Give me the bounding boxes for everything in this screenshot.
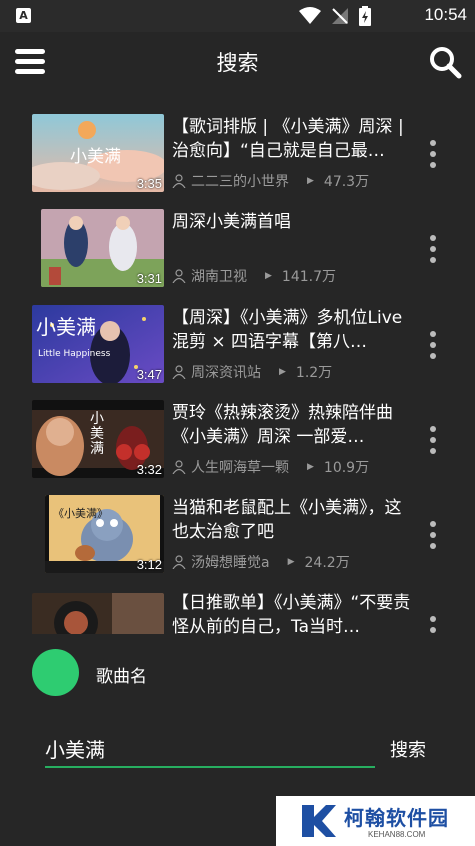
app-notification-icon: A <box>16 8 31 23</box>
more-options-icon[interactable] <box>429 140 437 170</box>
watermark: 柯翰软件园 KEHAN88.COM <box>276 796 475 846</box>
video-title: 【歌词排版 | 《小美满》周深 | 治愈向】“自己就是自己最… <box>172 117 404 161</box>
video-thumbnail[interactable]: 小美满 3:35 <box>32 114 164 192</box>
kehan-logo-icon <box>302 805 336 837</box>
status-bar: A 10:54 <box>0 0 475 32</box>
video-author: 汤姆想睡觉a <box>191 555 270 571</box>
search-input[interactable] <box>45 730 375 768</box>
video-title: 【日推歌单】《小美满》“不要责怪从前的自己，Ta当时… <box>172 593 411 634</box>
video-author: 周深资讯站 <box>191 365 261 381</box>
more-options-icon[interactable] <box>429 521 437 551</box>
video-title: 周深小美满首唱 <box>172 212 291 232</box>
video-duration: 3:12 <box>136 557 162 572</box>
video-play-count: 1.2万 <box>295 365 333 381</box>
battery-charging-icon <box>359 6 371 26</box>
video-thumbnail[interactable]: 小美满 3:32 <box>32 400 164 478</box>
video-thumbnail[interactable] <box>32 593 164 634</box>
more-options-icon[interactable] <box>429 331 437 361</box>
video-duration: 3:35 <box>136 176 162 191</box>
video-thumbnail[interactable]: 《小美满》 3:12 <box>45 495 164 573</box>
search-icon[interactable] <box>427 44 463 80</box>
user-icon <box>172 555 186 569</box>
search-results-list[interactable]: 小美满 3:35 【歌词排版 | 《小美满》周深 | 治愈向】“自己就是自己最…… <box>0 104 475 634</box>
play-count-icon: ▶ <box>265 271 272 281</box>
list-item[interactable]: 《小美满》 3:12 当猫和老鼠配上《小美满》，这也太治愈了吧 汤姆想睡觉a ▶… <box>0 495 475 590</box>
more-options-icon[interactable] <box>429 235 437 265</box>
user-icon <box>172 269 186 283</box>
user-icon <box>172 174 186 188</box>
list-item[interactable]: 3:31 周深小美满首唱 湖南卫视 ▶ 141.7万 <box>0 209 475 304</box>
play-count-icon: ▶ <box>279 367 286 377</box>
app-header: 搜索 <box>0 32 475 92</box>
user-icon <box>172 365 186 379</box>
video-play-count: 141.7万 <box>281 269 337 285</box>
play-count-icon: ▶ <box>287 557 295 567</box>
video-thumbnail[interactable]: 3:31 <box>41 209 164 287</box>
list-item[interactable]: 小美满 3:35 【歌词排版 | 《小美满》周深 | 治愈向】“自己就是自己最…… <box>0 114 475 209</box>
watermark-subtext: KEHAN88.COM <box>368 830 426 839</box>
wifi-icon <box>299 7 321 24</box>
video-author: 湖南卫视 <box>191 269 247 285</box>
page-title: 搜索 <box>216 51 259 75</box>
video-duration: 3:47 <box>136 367 162 382</box>
video-title: 当猫和老鼠配上《小美满》，这也太治愈了吧 <box>172 498 402 542</box>
search-submit-button[interactable]: 搜索 <box>390 736 426 762</box>
watermark-text: 柯翰软件园 <box>344 806 449 830</box>
video-author: 二二三的小世界 <box>191 174 289 190</box>
video-title: 【周深】《小美满》多机位Live混剪 × 四语字幕【第八… <box>172 308 403 352</box>
list-item[interactable]: 小美满 Little Happiness 3:47 【周深】《小美满》多机位Li… <box>0 305 475 400</box>
no-signal-icon <box>332 8 348 24</box>
list-item[interactable]: 【日推歌单】《小美满》“不要责怪从前的自己，Ta当时… <box>0 590 475 634</box>
video-duration: 3:31 <box>136 271 162 286</box>
search-bar: 搜索 <box>0 720 475 780</box>
list-item[interactable]: 小美满 3:32 贾玲《热辣滚烫》热辣陪伴曲 《小美满》周深 一部爱… 人生啊海… <box>0 400 475 495</box>
video-play-count: 24.2万 <box>304 555 350 571</box>
more-options-icon[interactable] <box>429 426 437 456</box>
play-count-icon: ▶ <box>307 462 314 472</box>
video-title: 贾玲《热辣滚烫》热辣陪伴曲 《小美满》周深 一部爱… <box>172 403 393 447</box>
now-playing-bar[interactable]: 歌曲名 <box>0 645 475 700</box>
play-count-icon: ▶ <box>307 176 314 186</box>
more-options-icon[interactable] <box>429 616 437 634</box>
video-play-count: 10.9万 <box>323 460 370 476</box>
song-name: 歌曲名 <box>96 667 147 687</box>
status-time: 10:54 <box>424 5 467 24</box>
video-duration: 3:32 <box>136 462 162 477</box>
video-author: 人生啊海草一颗 <box>191 460 289 476</box>
user-icon <box>172 460 186 474</box>
album-art-disc[interactable] <box>32 649 79 696</box>
video-play-count: 47.3万 <box>323 174 370 190</box>
video-thumbnail[interactable]: 小美满 Little Happiness 3:47 <box>32 305 164 383</box>
